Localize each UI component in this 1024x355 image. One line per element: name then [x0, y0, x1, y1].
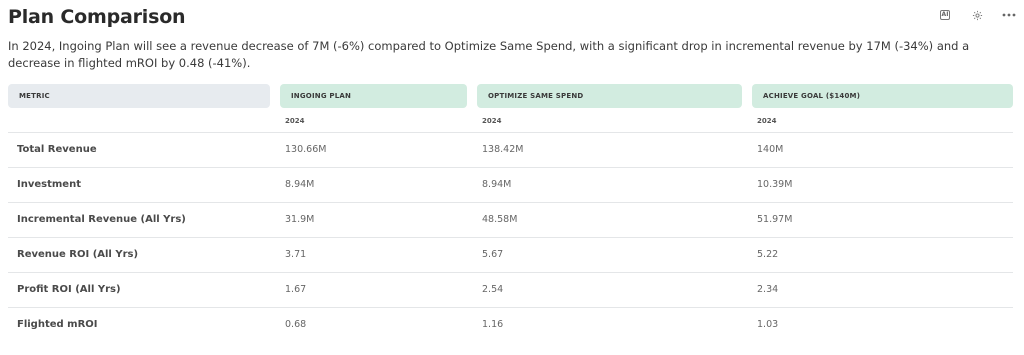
row-label: Investment: [17, 179, 81, 190]
cell-ingoing-plan: 3.71: [285, 249, 307, 260]
cell-achieve-goal: 2.34: [757, 284, 779, 295]
year-label-ingoing-plan: 2024: [285, 117, 305, 125]
table-row: Revenue ROI (All Yrs) 3.71 5.67 5.22: [8, 238, 1013, 273]
year-subheader-row: 2024 2024 2024: [8, 113, 1013, 133]
ai-icon-label: AI: [940, 10, 950, 20]
table-row: Incremental Revenue (All Yrs) 31.9M 48.5…: [8, 203, 1013, 238]
cell-optimize-same-spend: 48.58M: [482, 214, 518, 225]
cell-optimize-same-spend: 8.94M: [482, 179, 512, 190]
table-body: Total Revenue 130.66M 138.42M 140M Inves…: [8, 133, 1013, 343]
cell-achieve-goal: 10.39M: [757, 179, 793, 190]
cell-achieve-goal: 1.03: [757, 319, 779, 330]
column-header-optimize-same-spend: OPTIMIZE SAME SPEND: [477, 84, 742, 108]
table-row: Investment 8.94M 8.94M 10.39M: [8, 168, 1013, 203]
more-icon[interactable]: [1002, 8, 1016, 22]
cell-achieve-goal: 51.97M: [757, 214, 793, 225]
cell-ingoing-plan: 8.94M: [285, 179, 315, 190]
cell-optimize-same-spend: 5.67: [482, 249, 504, 260]
gear-icon[interactable]: [970, 8, 984, 22]
year-label-optimize-same-spend: 2024: [482, 117, 502, 125]
cell-ingoing-plan: 31.9M: [285, 214, 315, 225]
toolbar: AI: [938, 8, 1016, 22]
row-label: Total Revenue: [17, 144, 97, 155]
row-label: Incremental Revenue (All Yrs): [17, 214, 186, 225]
cell-ingoing-plan: 0.68: [285, 319, 307, 330]
column-header-metric: METRIC: [8, 84, 270, 108]
cell-ingoing-plan: 1.67: [285, 284, 307, 295]
table-header-row: METRIC INGOING PLAN OPTIMIZE SAME SPEND …: [8, 84, 1013, 108]
column-header-ingoing-plan: INGOING PLAN: [280, 84, 467, 108]
year-label-achieve-goal: 2024: [757, 117, 777, 125]
row-label: Revenue ROI (All Yrs): [17, 249, 139, 260]
cell-optimize-same-spend: 1.16: [482, 319, 504, 330]
summary-text: In 2024, Ingoing Plan will see a revenue…: [8, 39, 970, 70]
column-header-achieve-goal: ACHIEVE GOAL ($140M): [752, 84, 1013, 108]
ai-icon[interactable]: AI: [938, 8, 952, 22]
row-label: Flighted mROI: [17, 319, 98, 330]
table-row: Profit ROI (All Yrs) 1.67 2.54 2.34: [8, 273, 1013, 308]
page-title: Plan Comparison: [8, 6, 186, 28]
cell-optimize-same-spend: 138.42M: [482, 144, 524, 155]
row-label: Profit ROI (All Yrs): [17, 284, 121, 295]
cell-optimize-same-spend: 2.54: [482, 284, 504, 295]
table-row: Flighted mROI 0.68 1.16 1.03: [8, 308, 1013, 343]
cell-achieve-goal: 5.22: [757, 249, 779, 260]
cell-achieve-goal: 140M: [757, 144, 784, 155]
cell-ingoing-plan: 130.66M: [285, 144, 327, 155]
table-row: Total Revenue 130.66M 138.42M 140M: [8, 133, 1013, 168]
